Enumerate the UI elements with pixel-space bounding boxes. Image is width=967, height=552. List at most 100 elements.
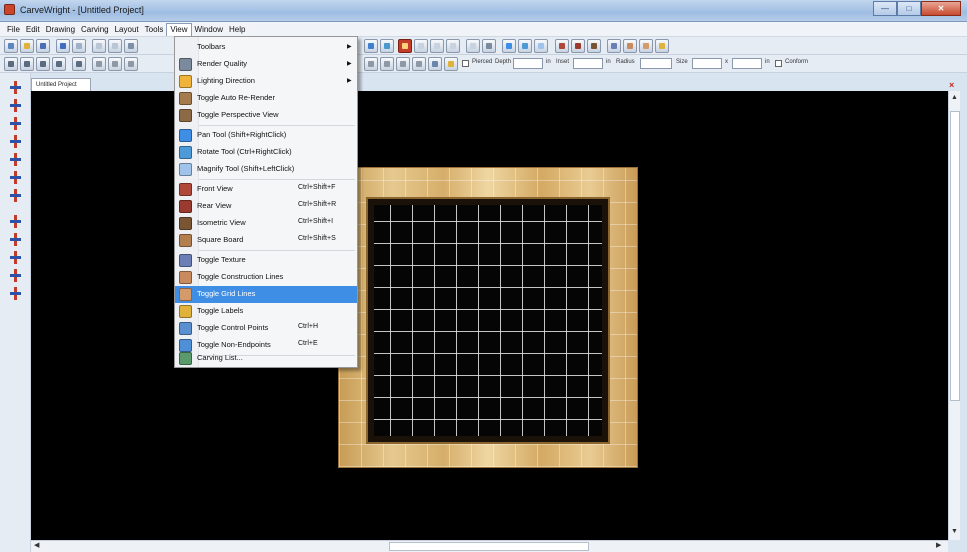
menu-item-rotate-tool[interactable]: Rotate Tool (Ctrl+RightClick) — [175, 144, 357, 161]
dimension-icon[interactable] — [9, 171, 22, 184]
open-icon[interactable] — [20, 39, 34, 53]
close-document-icon[interactable]: × — [949, 80, 954, 90]
menu-carving[interactable]: Carving — [78, 23, 112, 36]
lower-icon[interactable] — [396, 57, 410, 71]
route-icon[interactable] — [124, 57, 138, 71]
pattern-icon[interactable] — [36, 57, 50, 71]
menu-item-auto-rerender[interactable]: Toggle Auto Re-Render — [175, 90, 357, 107]
menu-item-isometric-view[interactable]: Isometric View Ctrl+Shift+I — [175, 215, 357, 232]
menu-item-pan-tool[interactable]: Pan Tool (Shift+RightClick) — [175, 127, 357, 144]
dimension-icon[interactable] — [9, 117, 22, 130]
dimension-icon[interactable] — [9, 215, 22, 228]
depth-field[interactable] — [513, 58, 543, 69]
menu-item-lighting-direction[interactable]: Lighting Direction ▶ — [175, 73, 357, 90]
front-view-icon[interactable] — [555, 39, 569, 53]
bit-icon[interactable] — [92, 57, 106, 71]
magnify-icon[interactable] — [534, 39, 548, 53]
menu-layout[interactable]: Layout — [112, 23, 142, 36]
menu-item-square-board[interactable]: Square Board Ctrl+Shift+S — [175, 232, 357, 249]
size-height-field[interactable] — [732, 58, 762, 69]
groove-icon[interactable] — [108, 57, 122, 71]
menu-view[interactable]: View — [166, 22, 192, 36]
dimension-icon[interactable] — [9, 233, 22, 246]
menu-help[interactable]: Help — [226, 23, 248, 36]
isometric-view-icon[interactable] — [587, 39, 601, 53]
scroll-down-icon[interactable]: ▼ — [951, 527, 958, 537]
grid-lines-icon[interactable] — [639, 39, 653, 53]
menu-drawing[interactable]: Drawing — [43, 23, 78, 36]
menu-item-magnify-tool[interactable]: Magnify Tool (Shift+LeftClick) — [175, 161, 357, 178]
save-icon[interactable] — [36, 39, 50, 53]
redo-icon[interactable] — [72, 39, 86, 53]
document-tab[interactable]: Untitled Project — [31, 78, 91, 91]
dimension-icon[interactable] — [9, 81, 22, 94]
rectangle-icon[interactable] — [414, 39, 428, 53]
menu-item-rear-view[interactable]: Rear View Ctrl+Shift+R — [175, 198, 357, 215]
undo-icon[interactable] — [56, 39, 70, 53]
menu-window[interactable]: Window — [192, 23, 226, 36]
menu-item-front-view[interactable]: Front View Ctrl+Shift+F — [175, 181, 357, 198]
conform-checkbox[interactable] — [775, 60, 782, 67]
shape-icon[interactable] — [52, 57, 66, 71]
board-icon[interactable] — [20, 57, 34, 71]
dimension-icon[interactable] — [9, 287, 22, 300]
bitmap-icon[interactable] — [482, 39, 496, 53]
menu-item-carving-list[interactable]: Carving List... — [175, 350, 357, 367]
menu-item-toggle-control-points[interactable]: Toggle Control Points Ctrl+H — [175, 320, 357, 337]
copy-icon[interactable] — [108, 39, 122, 53]
close-button[interactable]: ✕ — [921, 1, 961, 16]
cw-logo-icon[interactable] — [398, 39, 412, 53]
radius-field[interactable] — [640, 58, 672, 69]
menu-edit[interactable]: Edit — [23, 23, 43, 36]
menu-item-toggle-grid-lines[interactable]: Toggle Grid Lines — [175, 286, 357, 303]
construction-lines-icon[interactable] — [623, 39, 637, 53]
pan-icon[interactable] — [364, 39, 378, 53]
maximize-button[interactable]: □ — [897, 1, 921, 16]
horizontal-scrollbar[interactable]: ◀ ▶ — [31, 540, 948, 552]
select-icon[interactable] — [4, 57, 18, 71]
dimension-icon[interactable] — [9, 99, 22, 112]
flatten-icon[interactable] — [412, 57, 426, 71]
new-project-icon[interactable] — [4, 39, 18, 53]
line-icon[interactable] — [430, 39, 444, 53]
3d-viewport[interactable] — [31, 91, 948, 540]
scroll-left-icon[interactable]: ◀ — [34, 541, 39, 551]
freehand-icon[interactable] — [446, 39, 460, 53]
vertical-scroll-thumb[interactable] — [950, 111, 960, 401]
horizontal-scroll-thumb[interactable] — [389, 542, 589, 551]
texture-icon[interactable] — [607, 39, 621, 53]
menu-tools[interactable]: Tools — [142, 23, 167, 36]
dimension-icon[interactable] — [9, 251, 22, 264]
pierced-checkbox[interactable] — [462, 60, 469, 67]
dimension-icon[interactable] — [9, 153, 22, 166]
pan-tool-icon[interactable] — [502, 39, 516, 53]
inset-field[interactable] — [573, 58, 603, 69]
menu-item-render-quality[interactable]: Render Quality ▶ — [175, 56, 357, 73]
menu-file[interactable]: File — [4, 23, 23, 36]
dimension-icon[interactable] — [9, 269, 22, 282]
cut-icon[interactable] — [92, 39, 106, 53]
menu-item-toggle-texture[interactable]: Toggle Texture — [175, 252, 357, 269]
raise-icon[interactable] — [380, 57, 394, 71]
vertical-scrollbar[interactable]: ▲ ▼ — [948, 91, 960, 540]
rotate-icon[interactable] — [380, 39, 394, 53]
cut-region-icon[interactable] — [364, 57, 378, 71]
rear-view-icon[interactable] — [571, 39, 585, 53]
dimension-icon[interactable] — [9, 189, 22, 202]
fill-icon[interactable] — [428, 57, 442, 71]
center-icon[interactable] — [444, 57, 458, 71]
menu-item-perspective-view[interactable]: Toggle Perspective View — [175, 107, 357, 124]
dimension-icon[interactable] — [9, 135, 22, 148]
minimize-button[interactable]: — — [873, 1, 897, 16]
menu-item-toolbars[interactable]: Toolbars ▶ — [175, 39, 357, 56]
labels-icon[interactable] — [655, 39, 669, 53]
mirror-icon[interactable] — [72, 57, 86, 71]
scroll-up-icon[interactable]: ▲ — [951, 93, 958, 103]
menu-item-toggle-labels[interactable]: Toggle Labels — [175, 303, 357, 320]
rotate-tool-icon[interactable] — [518, 39, 532, 53]
paste-icon[interactable] — [124, 39, 138, 53]
pen-icon[interactable] — [466, 39, 480, 53]
size-width-field[interactable] — [692, 58, 722, 69]
menu-item-toggle-construction-lines[interactable]: Toggle Construction Lines — [175, 269, 357, 286]
scroll-right-icon[interactable]: ▶ — [936, 541, 941, 551]
